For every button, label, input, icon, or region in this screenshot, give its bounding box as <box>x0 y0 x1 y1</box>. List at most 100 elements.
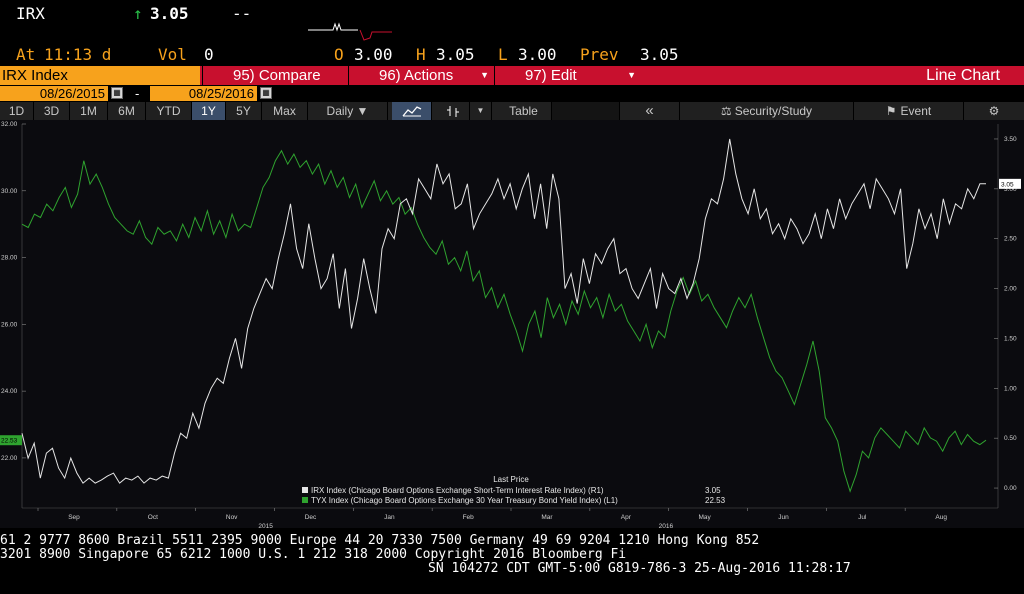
frequency-dropdown[interactable]: Daily ▼ <box>308 102 388 120</box>
legend-swatch <box>302 497 308 503</box>
contact-footer: 61 2 9777 8600 Brazil 5511 2395 9000 Eur… <box>0 530 1024 594</box>
intraday-sparkline <box>308 22 392 41</box>
actions-label: 96) Actions <box>379 67 454 84</box>
line-chart-icon[interactable] <box>392 102 432 120</box>
x-tick-label: Oct <box>148 514 158 521</box>
time-value: 11:13 d <box>44 45 112 64</box>
chevron-down-icon: ▼ <box>480 70 489 80</box>
chart-type-title: Line Chart <box>926 67 1000 84</box>
start-date-field[interactable]: 08/26/2015 <box>0 86 108 101</box>
line-chart-area[interactable]: 32.00 30.00 28.00 26.00 24.00 22.00 3.50 3.00 2… <box>0 120 1024 528</box>
volume-label: Vol <box>158 45 187 64</box>
left-tick-label: 28.00 <box>1 255 18 262</box>
tyx-last-value-label: 22.53 <box>1 438 18 445</box>
edit-menu[interactable]: 97) Edit ▼ <box>494 66 640 85</box>
volume-value: 0 <box>204 45 214 64</box>
command-bar: IRX Index 95) Compare 96) Actions ▼ 97) … <box>0 66 1024 85</box>
low-label: L <box>498 45 508 64</box>
right-tick-label: 1.00 <box>1004 385 1017 392</box>
x-tick-label: Sep <box>68 514 80 521</box>
high-label: H <box>416 45 426 64</box>
table-button[interactable]: Table <box>496 102 552 120</box>
open-value: 3.00 <box>354 45 393 64</box>
x-tick-label: Jul <box>858 514 867 521</box>
range-1m[interactable]: 1M <box>70 102 108 120</box>
legend-title: Last Price <box>493 475 529 484</box>
range-ytd[interactable]: YTD <box>146 102 192 120</box>
toolbar-spacer <box>552 102 620 120</box>
legend-series-last: 3.05 <box>705 486 721 495</box>
prev-value: 3.05 <box>640 45 679 64</box>
x-tick-label: Apr <box>621 514 632 521</box>
right-tick-label: 0.50 <box>1004 435 1017 442</box>
calendar-icon[interactable]: ▦ <box>111 87 123 99</box>
ticker-symbol: IRX <box>16 4 45 23</box>
legend-series-name: TYX Index (Chicago Board Options Exchang… <box>311 496 618 505</box>
range-1y[interactable]: 1Y <box>192 102 226 120</box>
date-range-row: 08/26/2015 ▦ - 08/25/2016 ▦ <box>0 85 1024 102</box>
up-arrow-icon: ↑ <box>133 4 143 23</box>
footer-session-info: SN 104272 CDT GMT-5:00 G819-786-3 25-Aug… <box>428 561 851 576</box>
flag-icon: ⚑ <box>885 104 897 118</box>
legend-swatch <box>302 487 308 493</box>
low-value: 3.00 <box>518 45 557 64</box>
compare-label: 95) Compare <box>233 67 321 84</box>
event-button[interactable]: ⚑ Event <box>854 102 964 120</box>
event-label: Event <box>900 104 932 118</box>
x-tick-label: Jun <box>778 514 789 521</box>
chevron-down-icon: ▼ <box>627 70 636 80</box>
range-1d[interactable]: 1D <box>0 102 34 120</box>
collapse-back-button[interactable]: « <box>620 102 680 120</box>
right-tick-label: 0.00 <box>1004 485 1017 492</box>
chart-canvas[interactable]: 32.0030.0028.0026.0024.0022.00 3.503.002… <box>0 120 1024 528</box>
date-separator: - <box>135 86 140 101</box>
x-tick-label: Feb <box>463 514 475 521</box>
left-tick-label: 30.00 <box>1 188 18 195</box>
x-tick-label: Dec <box>305 514 317 521</box>
year-label-2015: 2015 <box>258 523 273 528</box>
range-3d[interactable]: 3D <box>34 102 70 120</box>
x-tick-label: Mar <box>541 514 553 521</box>
end-date-field[interactable]: 08/25/2016 <box>150 86 257 101</box>
compare-menu[interactable]: 95) Compare <box>202 66 347 85</box>
chart-toolbar: 1D 3D 1M 6M YTD 1Y 5Y Max Daily ▼ ▼ Tabl… <box>0 102 1024 120</box>
x-tick-label: Aug <box>935 514 947 521</box>
left-tick-label: 26.00 <box>1 321 18 328</box>
year-label-2016: 2016 <box>659 523 674 528</box>
footer-phone-line-2: 3201 8900 Singapore 65 6212 1000 U.S. 1 … <box>0 547 627 562</box>
right-tick-label: 2.00 <box>1004 286 1017 293</box>
calendar-icon[interactable]: ▦ <box>260 87 272 99</box>
left-tick-label: 22.00 <box>1 455 18 462</box>
legend-series-last: 22.53 <box>705 496 726 505</box>
security-study-label: Security/Study <box>734 104 813 118</box>
settings-gear-icon[interactable]: ⚙ <box>964 102 1024 120</box>
security-field[interactable]: IRX Index <box>0 66 200 85</box>
time-label: At <box>16 45 36 64</box>
actions-menu[interactable]: 96) Actions ▼ <box>348 66 493 85</box>
footer-phone-line-1: 61 2 9777 8600 Brazil 5511 2395 9000 Eur… <box>0 533 760 548</box>
quote-header: IRX ↑ 3.05 -- At 11:13 d Vol 0 O 3.00 H … <box>0 0 1024 66</box>
scale-icon: ⚖ <box>720 104 732 118</box>
right-tick-label: 2.50 <box>1004 236 1017 243</box>
range-5y[interactable]: 5Y <box>226 102 262 120</box>
prev-label: Prev <box>580 45 619 64</box>
irx-last-value-label: 3.05 <box>1001 181 1014 188</box>
x-tick-label: Nov <box>226 514 238 521</box>
high-value: 3.05 <box>436 45 475 64</box>
range-6m[interactable]: 6M <box>108 102 146 120</box>
x-tick-label: May <box>699 514 712 521</box>
security-study-button[interactable]: ⚖ Security/Study <box>680 102 854 120</box>
legend-series-name: IRX Index (Chicago Board Options Exchang… <box>311 486 604 495</box>
left-tick-label: 24.00 <box>1 388 18 395</box>
range-max[interactable]: Max <box>262 102 308 120</box>
right-tick-label: 1.50 <box>1004 335 1017 342</box>
left-tick-label: 32.00 <box>1 121 18 128</box>
last-price: 3.05 <box>150 4 189 23</box>
chevron-down-icon[interactable]: ▼ <box>470 102 492 120</box>
bar-style-icon[interactable] <box>436 102 470 120</box>
edit-label: 97) Edit <box>525 67 577 84</box>
open-label: O <box>334 45 344 64</box>
x-tick-label: Jan <box>384 514 395 521</box>
right-tick-label: 3.50 <box>1004 136 1017 143</box>
net-change: -- <box>232 4 252 23</box>
